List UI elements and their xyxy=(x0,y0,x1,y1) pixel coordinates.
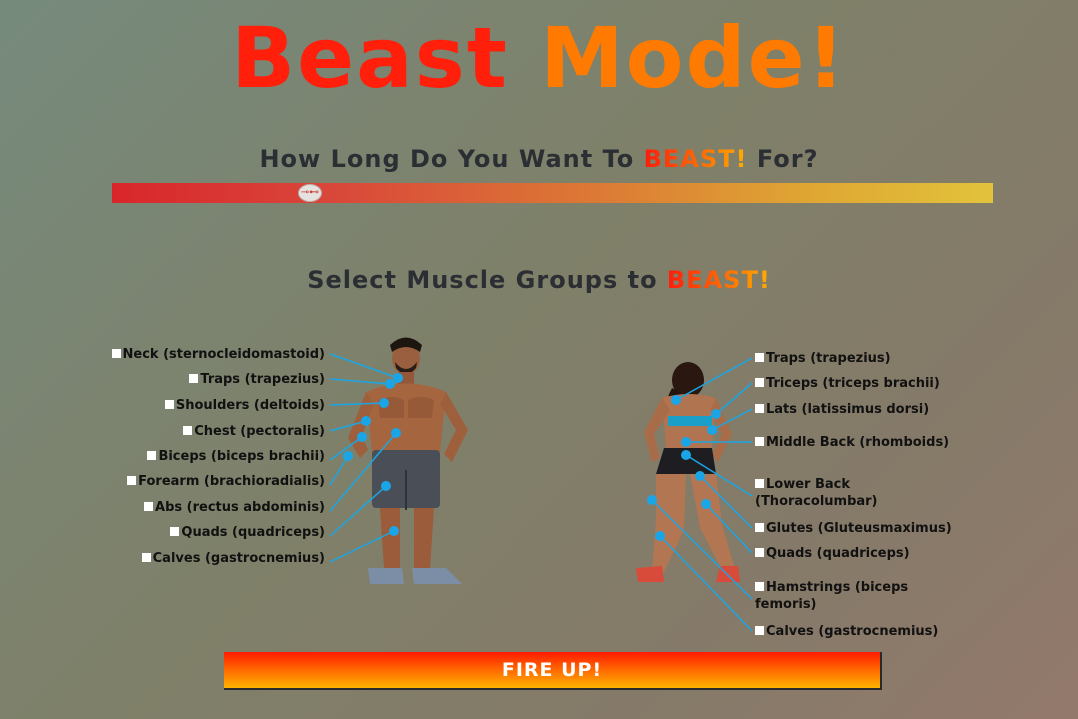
muscle-option-back-2[interactable]: Lats (latissimus dorsi) xyxy=(755,401,929,418)
muscle-checkbox[interactable] xyxy=(755,378,764,387)
muscle-marker xyxy=(361,416,371,426)
muscle-marker xyxy=(681,437,691,447)
connector-line xyxy=(659,535,753,632)
muscle-marker xyxy=(379,398,389,408)
muscle-label: Traps (trapezius) xyxy=(200,372,325,387)
muscle-marker xyxy=(711,409,721,419)
muscle-checkbox[interactable] xyxy=(755,523,764,532)
muscle-option-back-4[interactable]: Lower Back (Thoracolumbar) xyxy=(755,476,878,510)
muscle-label: Lower Back xyxy=(766,477,851,492)
muscle-checkbox[interactable] xyxy=(147,451,157,460)
muscle-marker xyxy=(695,471,705,481)
muscle-marker xyxy=(385,379,395,389)
muscle-marker xyxy=(647,495,657,505)
muscle-label: Quads (quadriceps) xyxy=(181,525,325,540)
muscle-label-line2: femoris) xyxy=(755,597,817,612)
muscle-label: Forearm (brachioradialis) xyxy=(138,474,325,489)
muscle-label: Glutes (Gluteusmaximus) xyxy=(766,521,952,536)
muscle-option-back-8[interactable]: Calves (gastrocnemius) xyxy=(755,623,938,640)
muscle-marker xyxy=(391,428,401,438)
muscle-label: Calves (gastrocnemius) xyxy=(152,551,325,566)
muscle-marker xyxy=(707,425,717,435)
muscle-option-front-6[interactable]: Abs (rectus abdominis) xyxy=(144,499,325,516)
muscle-option-back-6[interactable]: Quads (quadriceps) xyxy=(755,545,910,562)
muscle-option-front-3[interactable]: Chest (pectoralis) xyxy=(183,423,325,440)
muscle-checkbox[interactable] xyxy=(127,476,137,485)
muscle-option-front-5[interactable]: Forearm (brachioradialis) xyxy=(127,473,325,490)
muscle-label: Traps (trapezius) xyxy=(766,351,891,366)
muscle-marker xyxy=(671,395,681,405)
muscle-label: Middle Back (rhomboids) xyxy=(766,435,950,450)
muscle-option-front-4[interactable]: Biceps (biceps brachii) xyxy=(147,448,325,465)
muscle-label: Biceps (biceps brachii) xyxy=(158,449,325,464)
muscle-option-front-0[interactable]: Neck (sternocleidomastoid) xyxy=(111,346,325,363)
muscle-option-front-2[interactable]: Shoulders (deltoids) xyxy=(164,397,325,414)
muscle-marker xyxy=(389,526,399,536)
muscle-marker xyxy=(357,432,367,442)
muscle-marker xyxy=(343,451,353,461)
muscle-marker xyxy=(393,373,403,383)
muscle-checkbox[interactable] xyxy=(755,582,764,591)
muscle-option-back-0[interactable]: Traps (trapezius) xyxy=(755,350,891,367)
muscle-label: Neck (sternocleidomastoid) xyxy=(122,347,325,362)
muscle-checkbox[interactable] xyxy=(141,553,151,562)
muscle-label: Shoulders (deltoids) xyxy=(175,398,325,413)
muscle-label: Hamstrings (biceps xyxy=(766,580,909,595)
muscle-option-back-3[interactable]: Middle Back (rhomboids) xyxy=(755,434,949,451)
muscle-label: Triceps (triceps brachii) xyxy=(766,376,940,391)
muscle-marker xyxy=(381,481,391,491)
muscle-checkbox[interactable] xyxy=(189,374,199,383)
muscle-label: Chest (pectoralis) xyxy=(194,424,325,439)
male-front-figure xyxy=(348,337,468,584)
muscle-option-front-7[interactable]: Quads (quadriceps) xyxy=(170,524,325,541)
muscle-marker xyxy=(701,499,711,509)
connector-line xyxy=(329,485,387,537)
muscle-checkbox[interactable] xyxy=(755,437,764,446)
connector-line xyxy=(715,382,753,415)
muscle-checkbox[interactable] xyxy=(755,479,764,488)
muscle-option-back-1[interactable]: Triceps (triceps brachii) xyxy=(755,375,940,392)
connector-line xyxy=(329,455,349,486)
connector-line xyxy=(329,353,399,379)
muscle-option-front-8[interactable]: Calves (gastrocnemius) xyxy=(141,550,325,567)
muscle-option-back-7[interactable]: Hamstrings (biceps femoris) xyxy=(755,579,908,613)
muscle-label: Quads (quadriceps) xyxy=(766,546,910,561)
muscle-checkbox[interactable] xyxy=(755,404,764,413)
muscle-label-line2: (Thoracolumbar) xyxy=(755,494,878,509)
female-back-figure xyxy=(636,362,740,582)
muscle-marker xyxy=(655,531,665,541)
muscle-checkbox[interactable] xyxy=(144,502,154,511)
muscle-option-back-5[interactable]: Glutes (Gluteusmaximus) xyxy=(755,520,952,537)
muscle-checkbox[interactable] xyxy=(183,426,193,435)
connector-line xyxy=(329,378,391,385)
muscle-checkbox[interactable] xyxy=(755,353,764,362)
muscle-checkbox[interactable] xyxy=(755,548,764,557)
muscle-label: Lats (latissimus dorsi) xyxy=(766,402,930,417)
muscle-label: Abs (rectus abdominis) xyxy=(155,500,325,515)
muscle-label: Calves (gastrocnemius) xyxy=(766,624,939,639)
muscle-checkbox[interactable] xyxy=(111,349,121,358)
muscle-checkbox[interactable] xyxy=(755,626,764,635)
muscle-checkbox[interactable] xyxy=(170,527,180,536)
muscle-checkbox[interactable] xyxy=(164,400,174,409)
muscle-option-front-1[interactable]: Traps (trapezius) xyxy=(189,371,325,388)
muscle-marker xyxy=(681,450,691,460)
fire-up-button[interactable]: FIRE UP! xyxy=(224,652,882,690)
